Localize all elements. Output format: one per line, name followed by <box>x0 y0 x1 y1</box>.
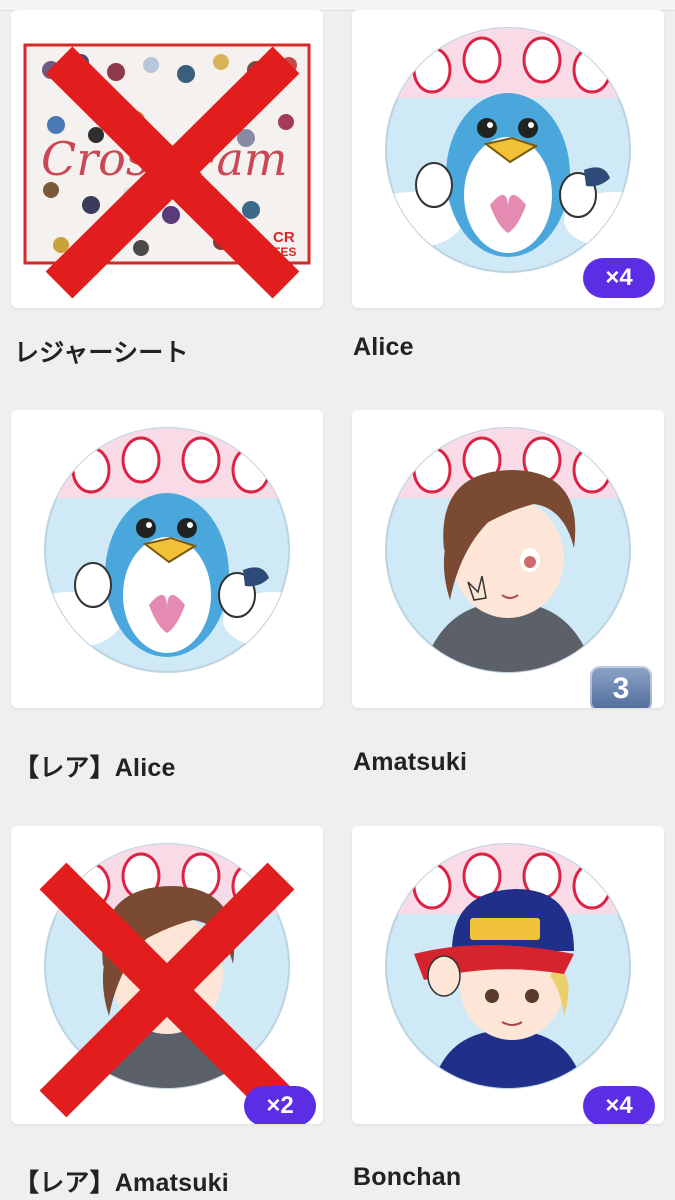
item-grid: Cross Fam CR FES レジャーシート ×4 Alice 【レア】Al… <box>0 0 675 1200</box>
item-title-2: Alice <box>353 333 414 361</box>
item-title-4: Amatsuki <box>353 748 468 776</box>
item-title-6: Bonchan <box>353 1163 462 1191</box>
quantity-badge: ×4 <box>583 258 655 298</box>
item-title-5: 【レア】Amatsuki <box>14 1169 229 1197</box>
cap-character-icon <box>385 843 631 1089</box>
svg-text:CR: CR <box>273 229 295 246</box>
item-card-5[interactable]: ×2 <box>11 826 323 1124</box>
quantity-badge: ×4 <box>583 1086 655 1124</box>
item-card-3[interactable] <box>11 410 323 708</box>
item-card-6[interactable]: ×4 <box>352 826 664 1124</box>
quantity-badge: ×2 <box>244 1086 316 1124</box>
penguin-icon <box>44 427 290 673</box>
item-card-4[interactable]: 3 <box>352 410 664 708</box>
brown-hair-character-icon <box>385 427 631 673</box>
item-card-1[interactable]: Cross Fam CR FES <box>11 10 323 308</box>
item-card-2[interactable]: ×4 <box>352 10 664 308</box>
quantity-keycap-badge: 3 <box>590 666 652 708</box>
sheet-icon: Cross Fam CR FES <box>23 43 311 299</box>
item-title-1: レジャーシート <box>14 339 189 367</box>
item-title-3: 【レア】Alice <box>14 754 176 782</box>
brown-hair-character-icon <box>39 843 295 1118</box>
